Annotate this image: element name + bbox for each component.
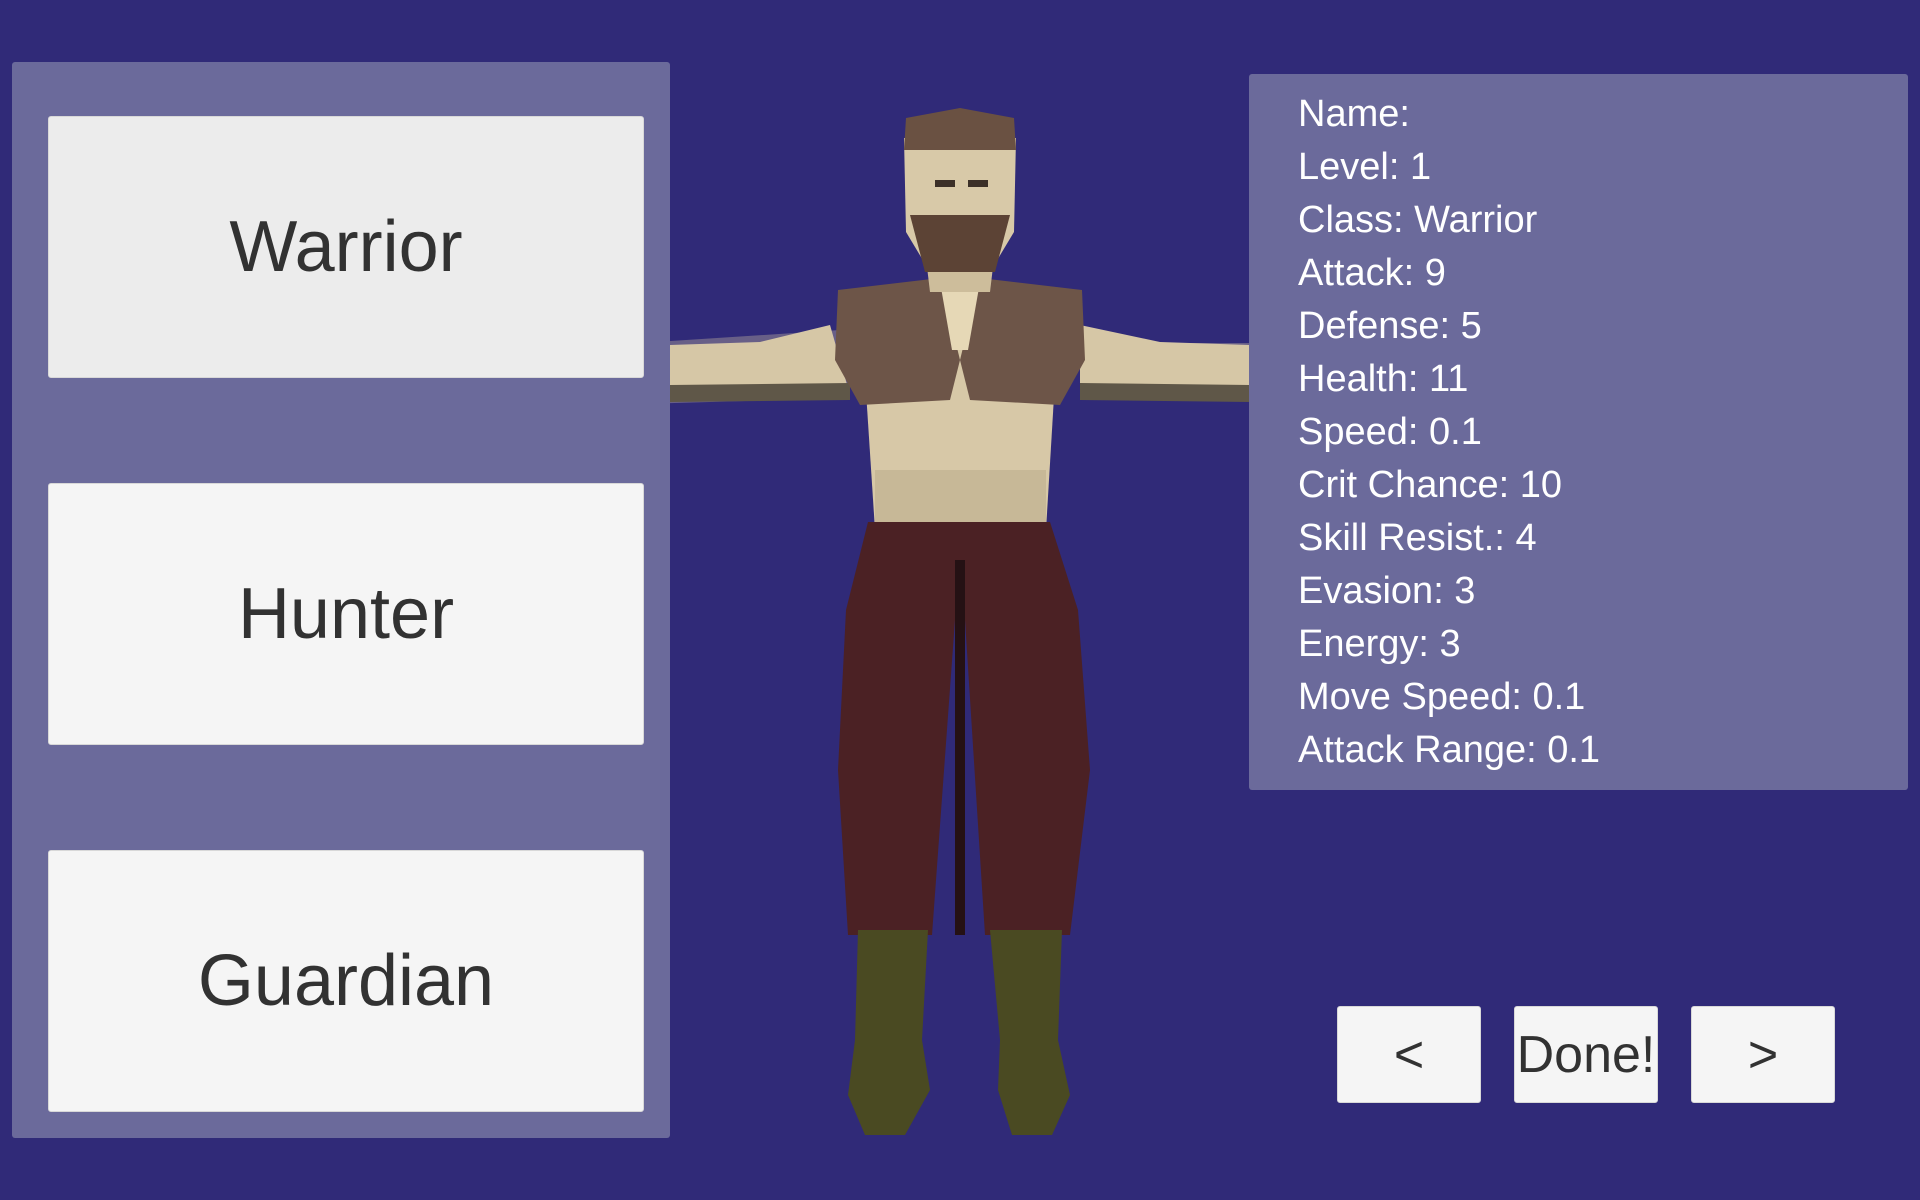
stat-speed: Speed: 0.1 <box>1298 411 1482 453</box>
stat-evasion: Evasion: 3 <box>1298 570 1476 612</box>
stat-skill-resist: Skill Resist.: 4 <box>1298 517 1537 559</box>
stats-list: Name: Level: 1 Class: Warrior Attack: 9 … <box>1298 88 1600 777</box>
stat-health: Health: 11 <box>1298 358 1469 400</box>
stat-defense: Defense: 5 <box>1298 305 1482 347</box>
stat-level: Level: 1 <box>1298 146 1432 188</box>
stat-attack-range: Attack Range: 0.1 <box>1298 729 1601 771</box>
stat-attack: Attack: 9 <box>1298 252 1446 294</box>
done-button[interactable]: Done! <box>1514 1006 1658 1103</box>
stat-move-speed: Move Speed: 0.1 <box>1298 676 1586 718</box>
stat-crit-chance: Crit Chance: 10 <box>1298 464 1563 506</box>
class-selection-panel: Warrior Hunter Guardian <box>12 62 670 1138</box>
stat-name: Name: <box>1298 93 1410 135</box>
stat-energy: Energy: 3 <box>1298 623 1461 665</box>
warrior-class-button[interactable]: Warrior <box>48 116 644 378</box>
stat-class: Class: Warrior <box>1298 199 1538 241</box>
character-stats-panel: Name: Level: 1 Class: Warrior Attack: 9 … <box>1249 74 1908 790</box>
hunter-class-button[interactable]: Hunter <box>48 483 644 745</box>
next-character-button[interactable]: > <box>1691 1006 1835 1103</box>
guardian-class-button[interactable]: Guardian <box>48 850 644 1112</box>
previous-character-button[interactable]: < <box>1337 1006 1481 1103</box>
